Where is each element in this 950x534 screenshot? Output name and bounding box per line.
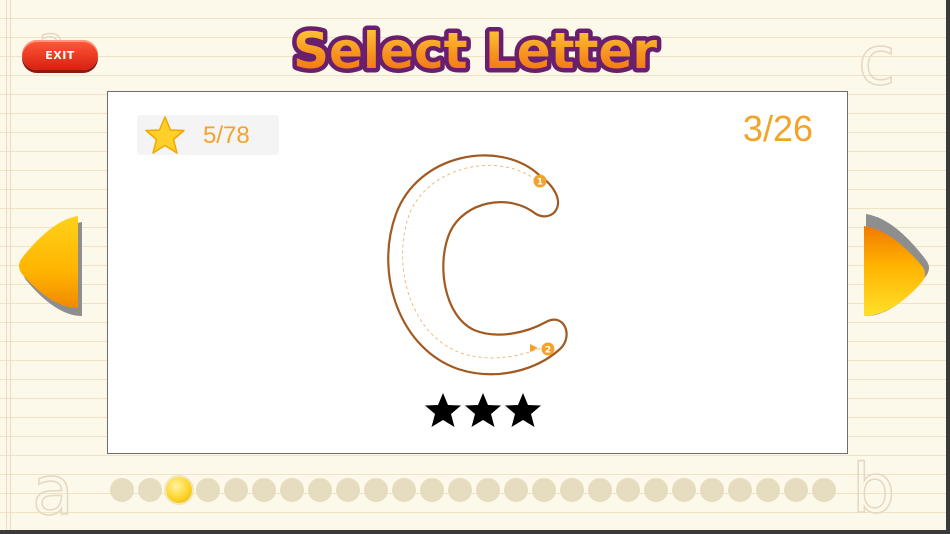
star-icon bbox=[145, 116, 185, 154]
score-value: 5/78 bbox=[203, 122, 250, 149]
letter-progress: 3/26 bbox=[742, 108, 813, 149]
page-title-wrap: Select Letter Select Letter bbox=[0, 12, 950, 86]
letter-dot[interactable] bbox=[812, 478, 836, 502]
letter-card: 5/78 3/26 1 2 bbox=[107, 91, 848, 454]
letter-dot[interactable] bbox=[280, 478, 304, 502]
page-title: Select Letter Select Letter bbox=[288, 18, 661, 85]
letter-dot[interactable] bbox=[110, 478, 134, 502]
letter-dot[interactable] bbox=[644, 478, 668, 502]
letter-dot[interactable] bbox=[504, 478, 528, 502]
letter-dot[interactable] bbox=[364, 478, 388, 502]
letter-dot[interactable] bbox=[166, 477, 192, 503]
letter-dot[interactable] bbox=[476, 478, 500, 502]
letter-c-outline bbox=[387, 154, 568, 376]
stroke-marker-2-label: 2 bbox=[545, 346, 551, 356]
stroke-marker-1-label: 1 bbox=[537, 178, 543, 188]
letter-dot[interactable] bbox=[560, 478, 584, 502]
score-panel: 5/78 bbox=[137, 115, 279, 155]
letter-dot[interactable] bbox=[728, 478, 752, 502]
letter-dot[interactable] bbox=[616, 478, 640, 502]
decorative-letter-b-bottom: b bbox=[851, 449, 896, 520]
rating-star-icon bbox=[425, 393, 461, 427]
decorative-letter-a-bottom: a bbox=[31, 452, 74, 522]
letter-dot[interactable] bbox=[336, 478, 360, 502]
letter-dot[interactable] bbox=[252, 478, 276, 502]
previous-letter-button[interactable] bbox=[14, 212, 84, 316]
letter-dot[interactable] bbox=[196, 478, 220, 502]
decorative-letter-text: a bbox=[32, 452, 74, 522]
letter-dot[interactable] bbox=[392, 478, 416, 502]
letter-dot[interactable] bbox=[224, 478, 248, 502]
letter-dot[interactable] bbox=[672, 478, 696, 502]
rating-stars bbox=[424, 392, 542, 428]
letter-dot[interactable] bbox=[756, 478, 780, 502]
rating-star-icon bbox=[465, 393, 501, 427]
letter-dot[interactable] bbox=[448, 478, 472, 502]
letter-dot[interactable] bbox=[308, 478, 332, 502]
letter-dot[interactable] bbox=[138, 478, 162, 502]
decorative-letter-text: b bbox=[852, 450, 895, 520]
title-fill: Select Letter bbox=[293, 22, 657, 80]
letter-dot[interactable] bbox=[588, 478, 612, 502]
letter-dot[interactable] bbox=[784, 478, 808, 502]
letter-dot[interactable] bbox=[532, 478, 556, 502]
letter-progress-dots bbox=[110, 477, 836, 503]
letter-dot[interactable] bbox=[420, 478, 444, 502]
letter-tracing-area[interactable]: 1 2 bbox=[378, 144, 588, 384]
rating-star-icon bbox=[505, 393, 541, 427]
next-letter-button[interactable] bbox=[860, 212, 932, 322]
letter-dot[interactable] bbox=[700, 478, 724, 502]
